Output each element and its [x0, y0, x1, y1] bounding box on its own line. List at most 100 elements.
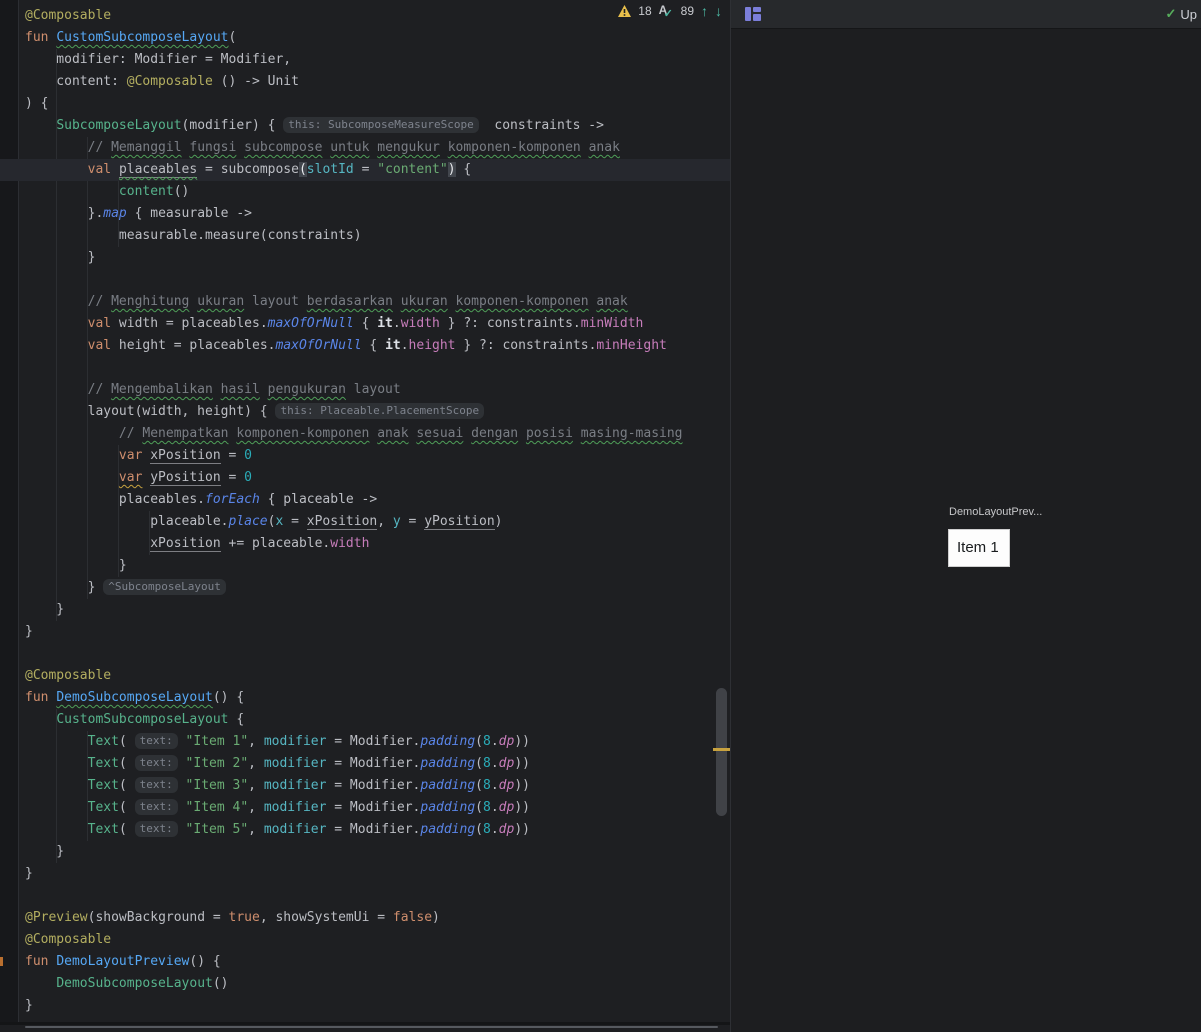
code-token: //: [25, 140, 111, 155]
code-token: [25, 800, 88, 815]
grid-layout-icon[interactable]: [745, 7, 761, 21]
code-line[interactable]: Text( text: "Item 4", modifier = Modifie…: [0, 797, 730, 819]
code-line[interactable]: CustomSubcomposeLayout {: [0, 709, 730, 731]
code-line[interactable]: modifier: Modifier = Modifier,: [0, 49, 730, 71]
code-line[interactable]: fun CustomSubcomposeLayout(: [0, 27, 730, 49]
code-token: yPosition: [150, 470, 220, 486]
code-line[interactable]: [0, 885, 730, 907]
code-line[interactable]: // Mengembalikan hasil pengukuran layout: [0, 379, 730, 401]
editor-pane[interactable]: @Composable fun CustomSubcomposeLayout( m…: [0, 0, 730, 1032]
code-token: = subcompose: [197, 162, 299, 177]
prev-problem-arrow-icon[interactable]: ↑: [701, 4, 708, 18]
code-token: map: [103, 206, 126, 221]
code-token: modifier: [264, 800, 327, 815]
code-token: [463, 426, 471, 441]
code-token: mengukur: [377, 140, 440, 155]
code-line[interactable]: // Menempatkan komponen-komponen anak se…: [0, 423, 730, 445]
code-token: "Item 5": [186, 822, 249, 837]
code-line[interactable]: // Menghitung ukuran layout berdasarkan …: [0, 291, 730, 313]
code-line[interactable]: }: [0, 599, 730, 621]
code-line[interactable]: Text( text: "Item 2", modifier = Modifie…: [0, 753, 730, 775]
code-line[interactable]: DemoSubcomposeLayout(): [0, 973, 730, 995]
code-line[interactable]: var yPosition = 0: [0, 467, 730, 489]
code-token: (): [174, 184, 190, 199]
inspections-widget[interactable]: 18 A ✓ 89 ↑ ↓: [618, 2, 722, 20]
code-token: [178, 800, 186, 815]
code-line[interactable]: }: [0, 841, 730, 863]
code-token: Text: [88, 822, 119, 837]
code-token: ): [448, 162, 456, 177]
code-token: fun: [25, 690, 56, 705]
code-token: false: [393, 910, 432, 925]
code-line[interactable]: Text( text: "Item 3", modifier = Modifie…: [0, 775, 730, 797]
code-token: ) {: [25, 96, 48, 111]
inlay-hint: this: SubcomposeMeasureScope: [283, 117, 478, 133]
code-token: berdasarkan: [307, 294, 393, 309]
code-token: constraints ->: [479, 118, 604, 133]
code-token: "Item 2": [186, 756, 249, 771]
code-token: )): [514, 822, 530, 837]
code-token: SubcomposeLayout: [56, 118, 181, 133]
code-line[interactable]: val placeables = subcompose(slotId = "co…: [0, 159, 730, 181]
code-line[interactable]: Text( text: "Item 1", modifier = Modifie…: [0, 731, 730, 753]
code-token: [260, 382, 268, 397]
code-line[interactable]: }: [0, 555, 730, 577]
build-status-text: Up: [1180, 7, 1197, 22]
code-line[interactable]: content(): [0, 181, 730, 203]
code-line[interactable]: }: [0, 995, 730, 1017]
code-line[interactable]: val width = placeables.maxOfOrNull { it.…: [0, 313, 730, 335]
code-line[interactable]: // Memanggil fungsi subcompose untuk men…: [0, 137, 730, 159]
code-token: val: [88, 162, 111, 177]
vertical-scrollbar-thumb[interactable]: [716, 688, 727, 816]
code-line[interactable]: measurable.measure(constraints): [0, 225, 730, 247]
code-line[interactable]: Text( text: "Item 5", modifier = Modifie…: [0, 819, 730, 841]
code-line[interactable]: ) {: [0, 93, 730, 115]
code-line[interactable]: placeable.place(x = xPosition, y = yPosi…: [0, 511, 730, 533]
code-line[interactable]: placeables.forEach { placeable ->: [0, 489, 730, 511]
code-token: dp: [499, 800, 515, 815]
warning-count: 18: [638, 4, 651, 18]
code-token: fun: [25, 954, 56, 969]
warning-icon: [618, 5, 631, 17]
code-token: Menghitung: [111, 294, 189, 309]
code-line[interactable]: SubcomposeLayout(modifier) { this: Subco…: [0, 115, 730, 137]
code-line[interactable]: }: [0, 621, 730, 643]
code-token: [178, 734, 186, 749]
code-line[interactable]: val height = placeables.maxOfOrNull { it…: [0, 335, 730, 357]
code-token: =: [354, 162, 377, 177]
code-token: (: [299, 162, 307, 177]
code-token: 8: [483, 734, 491, 749]
code-token: [518, 426, 526, 441]
horizontal-scrollbar-thumb[interactable]: [25, 1026, 718, 1028]
code-line[interactable]: [0, 269, 730, 291]
code-line[interactable]: [0, 643, 730, 665]
code-token: dengan: [471, 426, 518, 441]
code-token: [25, 536, 150, 551]
code-token: width: [330, 536, 369, 551]
code-line[interactable]: }.map { measurable ->: [0, 203, 730, 225]
code-line[interactable]: layout(width, height) { this: Placeable.…: [0, 401, 730, 423]
code-line[interactable]: }: [0, 247, 730, 269]
code-line[interactable]: xPosition += placeable.width: [0, 533, 730, 555]
code-line[interactable]: var xPosition = 0: [0, 445, 730, 467]
preview-render-frame[interactable]: Item 1: [948, 529, 1010, 567]
preview-name-label[interactable]: DemoLayoutPrev...: [949, 506, 1042, 518]
code-line[interactable]: @Preview(showBackground = true, showSyst…: [0, 907, 730, 929]
code-token: [178, 822, 186, 837]
code-lines[interactable]: @Composable fun CustomSubcomposeLayout( m…: [0, 5, 730, 1017]
code-token: ): [495, 514, 503, 529]
code-token: dp: [499, 734, 515, 749]
code-token: [178, 778, 186, 793]
code-token: width = placeables.: [111, 316, 268, 331]
code-line[interactable]: [0, 357, 730, 379]
code-line[interactable]: fun DemoLayoutPreview() {: [0, 951, 730, 973]
code-line[interactable]: content: @Composable () -> Unit: [0, 71, 730, 93]
next-problem-arrow-icon[interactable]: ↓: [715, 4, 722, 18]
code-token: placeables: [119, 162, 197, 178]
code-line[interactable]: } ^SubcomposeLayout: [0, 577, 730, 599]
code-line[interactable]: @Composable: [0, 665, 730, 687]
code-line[interactable]: }: [0, 863, 730, 885]
code-line[interactable]: fun DemoSubcomposeLayout() {: [0, 687, 730, 709]
code-token: (: [119, 734, 135, 749]
code-line[interactable]: @Composable: [0, 929, 730, 951]
